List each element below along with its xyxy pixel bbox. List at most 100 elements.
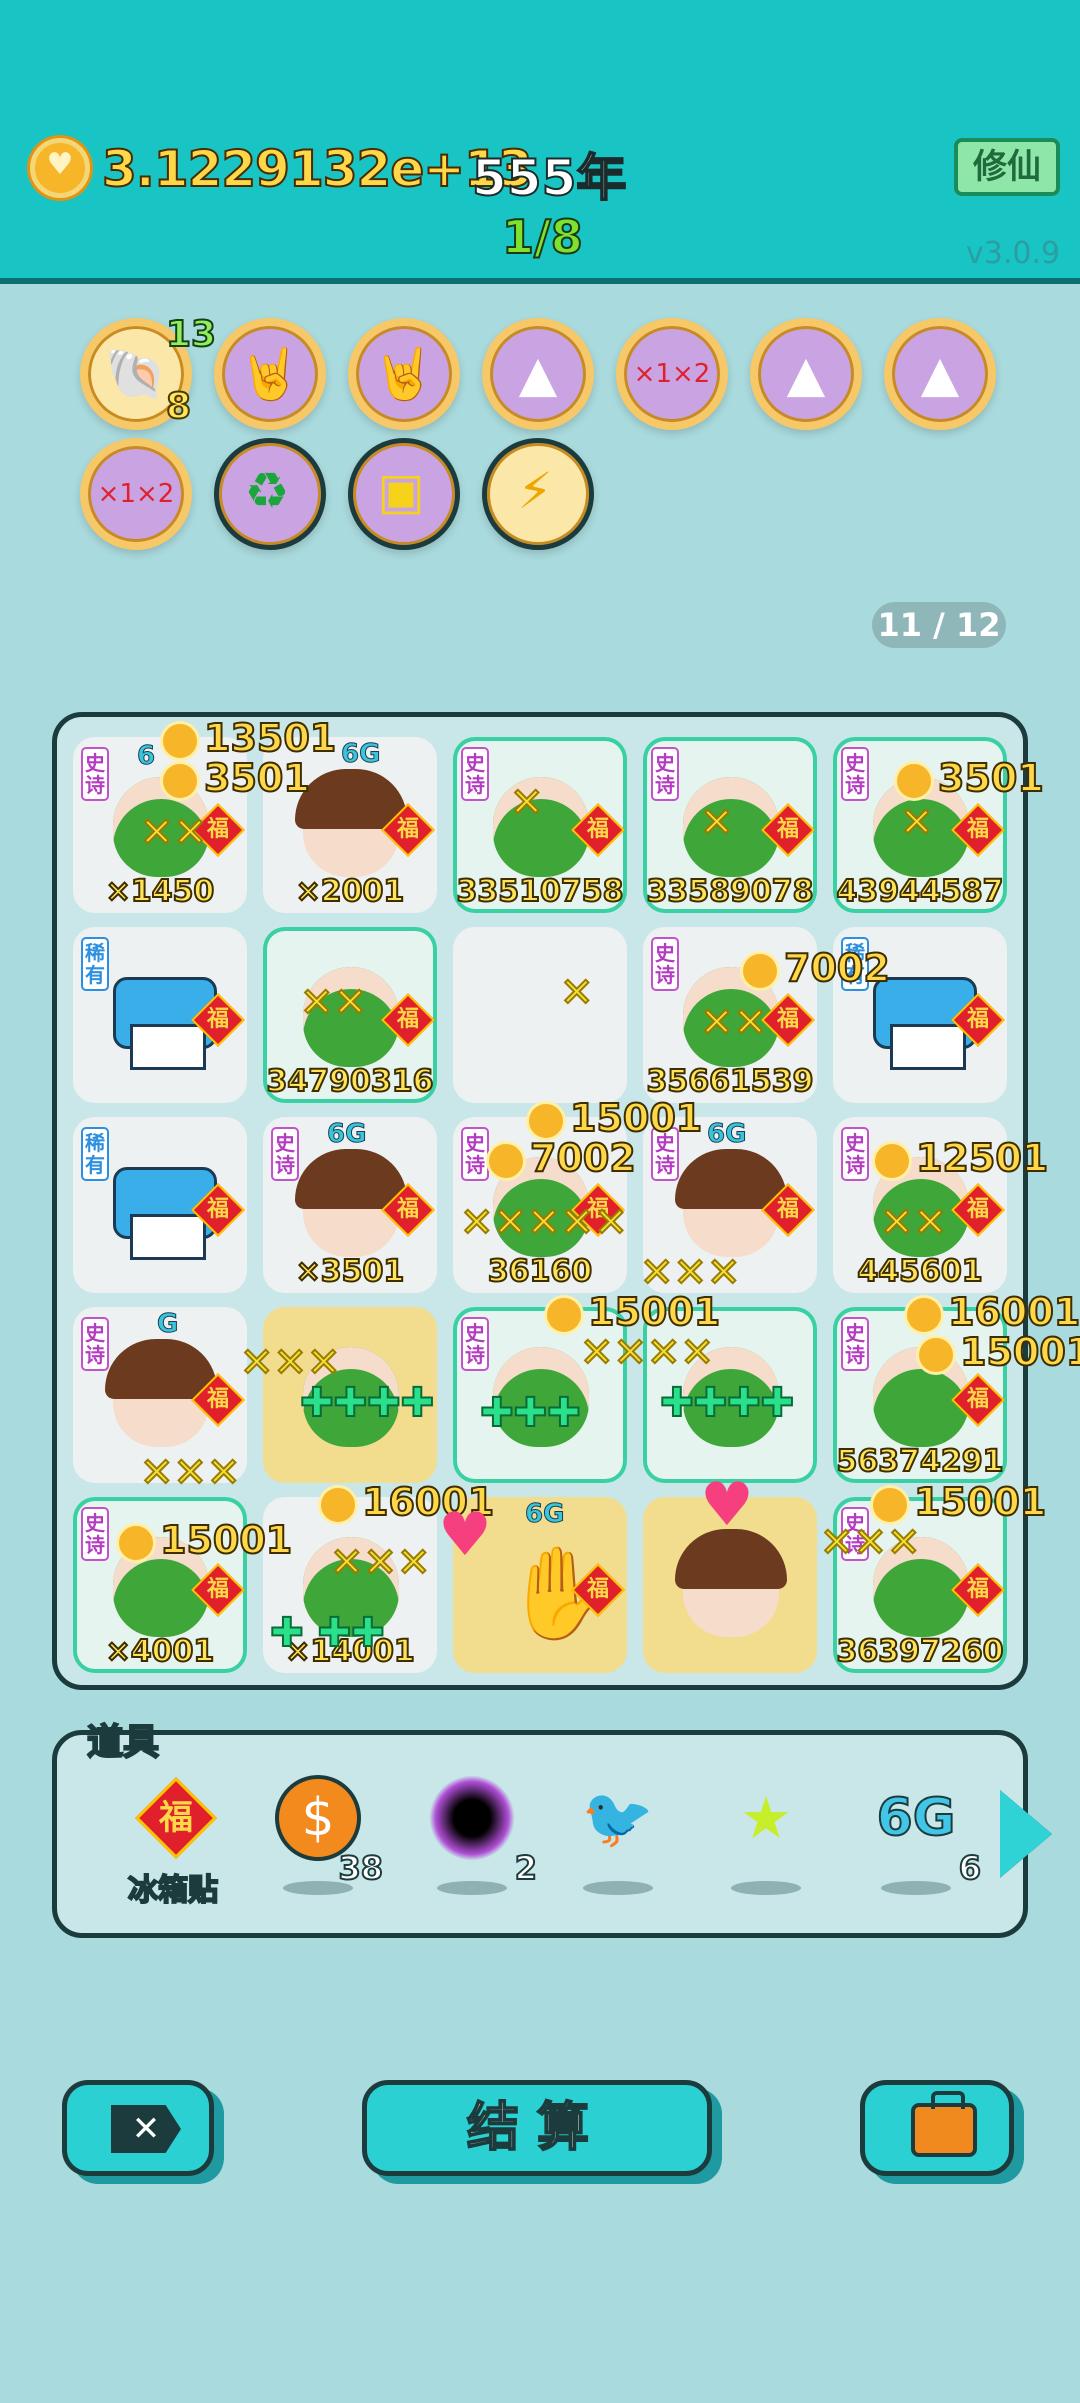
heart-coin-icon xyxy=(30,138,90,198)
relic-rock-hand[interactable]: 🤘 xyxy=(348,318,460,430)
exit-button[interactable]: ✕ xyxy=(62,2080,214,2176)
rarity-tag: 史诗 xyxy=(651,747,679,801)
sparkle-x-icon: ✕ xyxy=(899,799,934,847)
rarity-tag: 稀有 xyxy=(81,1127,109,1181)
multiplier-guy-icon: ×1×2 xyxy=(633,359,711,389)
white-bird-icon: 🐦 xyxy=(581,1784,655,1852)
coin-popup: 3501 xyxy=(894,755,1045,801)
cell-value: 56374291 xyxy=(836,1443,1005,1480)
item-count: 2 xyxy=(514,1848,538,1888)
item-dollar-coin[interactable]: $ 38 xyxy=(265,1775,384,1895)
g6-mark: 6G xyxy=(326,1119,367,1150)
coin-popup: 16001 xyxy=(904,1289,1080,1335)
relic-seashell[interactable]: 🐚 13 8 xyxy=(80,313,217,430)
rarity-tag: 史诗 xyxy=(651,937,679,991)
relic-lightning[interactable]: ⚡ xyxy=(482,438,594,550)
item-count: 6 xyxy=(958,1848,982,1888)
coin-popup: 7002 xyxy=(740,945,891,991)
version-label: v3.0.9 xyxy=(966,236,1061,271)
pink-heart-icon: ♥ xyxy=(700,1470,754,1540)
relic-skirt[interactable]: ▲ xyxy=(750,318,862,430)
item-fridge-magnet[interactable]: 福 冰箱贴 xyxy=(123,1775,223,1909)
cell-value: 36160 xyxy=(487,1253,593,1290)
rarity-tag: 史诗 xyxy=(461,1317,489,1371)
board-cell[interactable]: 史诗 福 6G ×3501 xyxy=(263,1117,437,1293)
item-black-hole[interactable]: 2 xyxy=(419,1775,538,1895)
rarity-tag: 史诗 xyxy=(81,1317,109,1371)
board-cell-empty[interactable] xyxy=(453,927,627,1103)
recycle-icon: ♻ xyxy=(244,462,290,520)
relic-glasses-guy[interactable]: ×1×2 xyxy=(80,438,192,550)
rarity-tag: 史诗 xyxy=(81,747,109,801)
xiuxian-button[interactable]: 修仙 xyxy=(954,138,1060,196)
items-title: 道具 xyxy=(86,1721,160,1764)
sparkle-x-icon: ✕✕ xyxy=(299,979,368,1027)
g6-mark: 6G xyxy=(340,739,381,770)
coin-popup: 15001 xyxy=(544,1289,721,1335)
relic-count-bottom: 8 xyxy=(165,385,192,428)
6g-icon: 6G xyxy=(876,1787,957,1849)
sparkle-x-icon: ✕✕✕✕✕ xyxy=(459,1199,629,1247)
fu-sticker-icon: 福 xyxy=(134,1776,218,1860)
rarity-tag: 史诗 xyxy=(81,1507,109,1561)
items-next-arrow-icon[interactable] xyxy=(1000,1790,1052,1878)
sparkle-x-icon: ✕✕ xyxy=(879,1199,948,1247)
g6-mark: 6 xyxy=(136,741,156,772)
relic-yellow-fire[interactable]: ▣ xyxy=(348,438,460,550)
sparkle-x-icon: ✕✕ xyxy=(139,809,208,857)
green-plus-icon: ✚✚✚✚ xyxy=(659,1379,795,1427)
item-shadow xyxy=(583,1881,653,1895)
coin-popup: 12501 xyxy=(872,1135,1049,1181)
bag-button[interactable] xyxy=(860,2080,1014,2176)
g6-mark: 6G xyxy=(706,1119,747,1150)
item-star[interactable]: ★ xyxy=(713,1775,813,1895)
item-shadow xyxy=(731,1881,801,1895)
relic-skirt[interactable]: ▲ xyxy=(884,318,996,430)
year-counter: 555年 xyxy=(471,148,627,208)
coin-popup: 15001 xyxy=(526,1095,703,1141)
relic-recycle[interactable]: ♻ xyxy=(214,438,326,550)
relic-glasses-guy[interactable]: ×1×2 xyxy=(616,318,728,430)
sparkle-x-icon: ✕✕✕ xyxy=(639,1249,742,1297)
item-white-bird[interactable]: 🐦 xyxy=(565,1775,665,1895)
skirt-icon: ▲ xyxy=(920,345,960,403)
coin-popup: 13501 xyxy=(160,715,337,761)
board-cell[interactable]: 稀有 福 xyxy=(73,1117,247,1293)
sparkle-x-icon: ✕✕✕ xyxy=(139,1449,242,1497)
skirt-icon: ▲ xyxy=(786,345,826,403)
sparkle-x-icon: ✕✕✕ xyxy=(329,1539,432,1587)
green-plus-icon: ✚✚✚✚ xyxy=(299,1379,435,1427)
items-panel: 道具 福 冰箱贴 $ 38 2 🐦 ★ 6G 6 xyxy=(52,1721,1028,1938)
multiplier-guy-icon: ×1×2 xyxy=(97,479,175,509)
cell-value: 36397260 xyxy=(836,1633,1005,1670)
settle-button[interactable]: 结算 xyxy=(362,2080,712,2176)
cell-value: ×2001 xyxy=(295,873,406,910)
sparkle-x-icon: ✕ xyxy=(509,779,544,827)
sparkle-x-icon: ✕ xyxy=(699,799,734,847)
coin-popup: 3501 xyxy=(160,755,311,801)
sparkle-x-icon: ✕ xyxy=(559,969,594,1017)
item-label: 冰箱贴 xyxy=(127,1872,219,1909)
cell-value: ×4001 xyxy=(105,1633,216,1670)
rarity-tag: 史诗 xyxy=(841,1127,869,1181)
cell-value: 34790316 xyxy=(266,1063,435,1100)
girl-character xyxy=(675,1529,787,1637)
rock-hand-icon: 🤘 xyxy=(238,345,302,403)
item-shadow xyxy=(437,1881,507,1895)
relic-skirt[interactable]: ▲ xyxy=(482,318,594,430)
star-icon: ★ xyxy=(740,1784,792,1852)
cell-value: ×3501 xyxy=(295,1253,406,1290)
rarity-tag: 史诗 xyxy=(841,1317,869,1371)
coin-popup: 15001 xyxy=(916,1329,1080,1375)
rock-hand-icon: 🤘 xyxy=(372,345,436,403)
relic-rock-hand[interactable]: 🤘 xyxy=(214,318,326,430)
board-cell[interactable]: 稀有 福 xyxy=(73,927,247,1103)
rarity-tag: 史诗 xyxy=(271,1127,299,1181)
cell-value: 33510758 xyxy=(456,873,625,910)
stage-progress: 1/8 xyxy=(501,209,584,265)
item-6g[interactable]: 6G 6 xyxy=(863,1775,982,1895)
pink-heart-icon: ♥ xyxy=(438,1500,492,1570)
black-hole-icon xyxy=(429,1775,515,1861)
cell-value: ×1450 xyxy=(105,873,216,910)
cell-value: 35661539 xyxy=(646,1063,815,1100)
